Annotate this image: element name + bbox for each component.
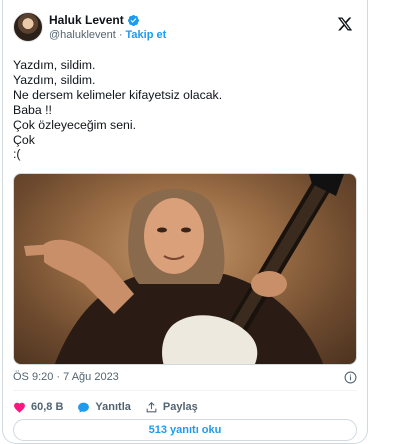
divider	[13, 390, 357, 391]
like-button[interactable]: 60,8 B	[13, 401, 63, 414]
reply-label: Yanıtla	[95, 401, 131, 413]
author-name[interactable]: Haluk Levent	[49, 13, 124, 27]
tweet-line: Çok özleyeceğim seni.	[13, 117, 137, 132]
photo-illustration	[24, 174, 344, 364]
verified-badge-icon	[127, 14, 139, 26]
tweet-timestamp[interactable]: ÖS 9:20 · 7 Ağu 2023	[13, 371, 119, 383]
reply-button[interactable]: Yanıtla	[77, 401, 131, 414]
tweet-line: Yazdım, sildim.	[13, 58, 96, 72]
follow-link[interactable]: Takip et	[126, 29, 167, 41]
read-replies-button[interactable]: 513 yanıtı oku	[13, 419, 357, 441]
tweet-text: Yazdım, sildim. Yazdım, sildim. Ne derse…	[13, 58, 353, 162]
author-avatar[interactable]	[13, 12, 43, 42]
tweet-line: Yazdım, sildim.	[13, 72, 96, 87]
tweet-photo[interactable]	[13, 173, 357, 365]
tweet-line: Ne dersem kelimeler kifayetsiz olacak.	[13, 87, 223, 102]
tweet-line: Çok	[13, 132, 35, 147]
x-logo-icon[interactable]	[337, 16, 353, 32]
info-icon[interactable]	[344, 371, 357, 384]
reply-bubble-icon	[78, 402, 90, 413]
author-handle-row: @haluklevent · Takip et	[49, 29, 166, 41]
share-button[interactable]: Paylaş	[145, 401, 198, 414]
tweet-embed-card: Haluk Levent @haluklevent · Takip et Yaz…	[2, 0, 368, 444]
handle-separator: ·	[118, 29, 123, 41]
heart-icon	[14, 402, 25, 413]
like-count: 60,8 B	[31, 401, 64, 413]
share-label: Paylaş	[162, 401, 198, 413]
author-handle[interactable]: @haluklevent	[49, 29, 116, 41]
tweet-meta-row: ÖS 9:20 · 7 Ağu 2023	[13, 371, 357, 387]
tweet-actions: 60,8 B Yanıtla Paylaş	[13, 398, 198, 416]
share-icon	[146, 401, 157, 412]
tweet-header: Haluk Levent @haluklevent · Takip et	[13, 10, 357, 46]
tweet-line: :(	[13, 147, 21, 162]
tweet-line: Baba !!	[13, 102, 52, 117]
author-name-row: Haluk Levent	[49, 13, 140, 27]
